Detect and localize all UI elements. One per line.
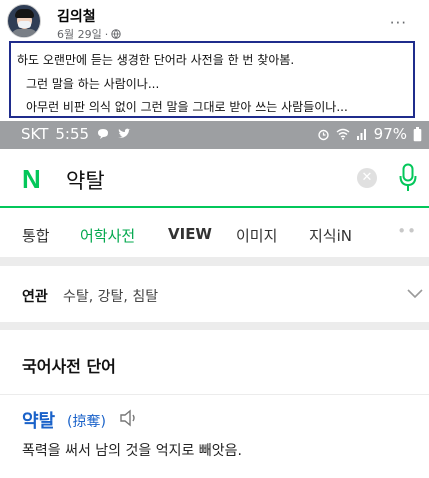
more-tabs-icon[interactable]: •• [397,222,417,240]
status-right: 97% [317,125,422,143]
search-tabs: 통합 어학사전 VIEW 이미지 지식iN •• [0,208,429,257]
status-left: SKT 5:55 [21,125,131,143]
related-terms-row[interactable]: 연관 수탈, 강탈, 침탈 [0,266,429,322]
clear-search-icon[interactable]: ✕ [357,168,377,188]
speaker-icon[interactable] [119,409,139,427]
dictionary-heading: 국어사전 단어 [22,357,116,376]
messenger-icon [98,129,109,139]
tab-images[interactable]: 이미지 [236,225,277,246]
battery-percent: 97% [373,125,407,143]
alarm-icon [317,129,329,140]
dictionary-section: 국어사전 단어 약탈 (掠奪) 폭력을 써서 남의 것을 억지로 빼앗음. [0,330,429,478]
tab-view[interactable]: VIEW [168,225,212,243]
battery-icon [413,126,422,141]
avatar-hair-shape [15,9,34,18]
section-divider [0,394,429,395]
avatar-body-shape [11,29,38,37]
carrier-label: SKT [21,125,49,143]
post-header: 김의철 6월 29일 · ··· [0,0,429,44]
avatar[interactable] [7,4,41,38]
avatar-mask-shape [18,21,31,28]
wifi-icon [336,128,350,140]
post-meta: 6월 29일 · [57,26,121,42]
microphone-icon[interactable] [399,163,417,193]
attached-screenshot[interactable]: SKT 5:55 97% N 약탈 ✕ 통합 어학사전 VIEW 이미지 지식i… [0,121,429,478]
entry-word-link[interactable]: 약탈 [22,407,55,433]
author-name[interactable]: 김의철 [57,6,96,26]
tab-dictionary[interactable]: 어학사전 [80,225,135,246]
caption-line-3: 아무런 비판 의식 없이 그런 말을 그대로 받아 쓰는 사람들이나... [26,100,348,114]
entry-definition: 폭력을 써서 남의 것을 억지로 빼앗음. [22,443,242,459]
naver-logo[interactable]: N [22,166,48,192]
phone-status-bar: SKT 5:55 97% [0,121,429,149]
entry-hanja: (掠奪) [67,414,106,430]
caption-line-2: 그런 말을 하는 사람이나... [26,77,160,91]
tab-knowledge-in[interactable]: 지식iN [309,225,352,246]
related-label: 연관 [22,289,48,305]
naver-search-bar[interactable]: N 약탈 ✕ [0,149,429,208]
related-terms[interactable]: 수탈, 강탈, 침탈 [63,286,158,306]
tab-integrated[interactable]: 통합 [22,225,50,246]
caption-line-1: 하도 오랜만에 듣는 생경한 단어라 사전을 한 번 찾아봄. [17,53,295,67]
signal-icon [356,129,366,140]
meta-separator: · [104,27,109,41]
post-caption-box: 하도 오랜만에 듣는 생경한 단어라 사전을 한 번 찾아봄. 그런 말을 하는… [9,41,415,118]
chevron-down-icon[interactable] [407,289,423,299]
search-query[interactable]: 약탈 [66,165,105,195]
more-options-icon[interactable]: ··· [390,14,407,32]
globe-icon [111,29,121,39]
clock-label: 5:55 [55,125,90,143]
post-date[interactable]: 6월 29일 [57,26,102,42]
twitter-bird-icon [118,128,131,138]
